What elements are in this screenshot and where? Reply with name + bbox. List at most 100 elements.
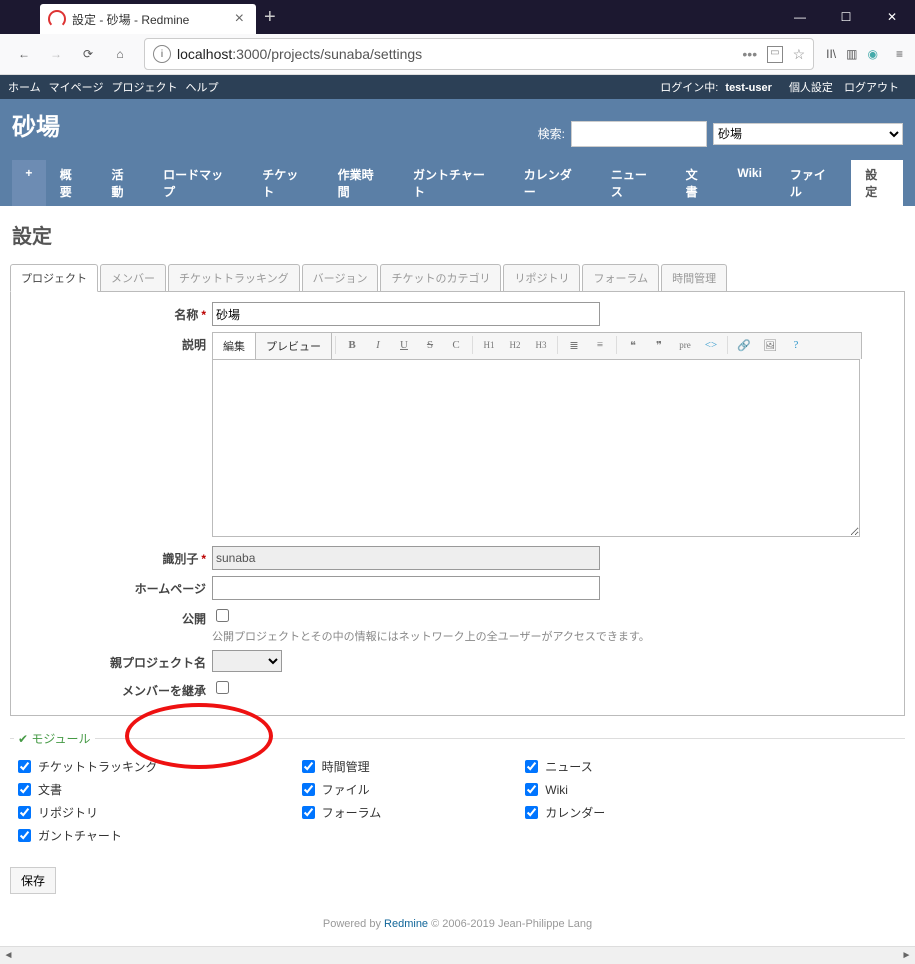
reload-button[interactable]: ⟳ [72,38,104,70]
menu-gantt[interactable]: ガントチャート [399,160,510,206]
image-button[interactable]: 🖼 [757,333,783,357]
footer-link[interactable]: Redmine [384,918,428,930]
module-item[interactable]: ガントチャート [14,826,158,845]
strike-button[interactable]: S [417,333,443,357]
unquote-button[interactable]: ❞ [646,333,672,357]
menu-wiki[interactable]: Wiki [723,160,776,206]
url-bar[interactable]: i localhost:3000/projects/sunaba/setting… [144,38,814,70]
bold-button[interactable]: B [339,333,365,357]
home-button[interactable]: ⌂ [104,38,136,70]
scroll-left-icon[interactable]: ◄ [0,947,17,964]
forward-button[interactable]: → [40,38,72,70]
account-icon[interactable]: ◉ [868,47,878,61]
quote-button[interactable]: ❝ [620,333,646,357]
tab-repos[interactable]: リポジトリ [503,264,580,291]
module-checkbox[interactable] [302,806,315,819]
module-checkbox[interactable] [525,806,538,819]
close-tab-icon[interactable]: × [231,10,248,28]
search-input[interactable] [571,121,707,147]
module-item[interactable]: Wiki [521,780,605,799]
tab-project[interactable]: プロジェクト [10,264,98,292]
nav-help[interactable]: ヘルプ [185,79,218,95]
module-item[interactable]: チケットトラッキング [14,757,158,776]
menu-roadmap[interactable]: ロードマップ [149,160,248,206]
nav-logout[interactable]: ログアウト [844,82,899,94]
menu-files[interactable]: ファイル [776,160,851,206]
module-checkbox[interactable] [18,806,31,819]
tab-tracking[interactable]: チケットトラッキング [168,264,300,291]
ol-button[interactable]: ≡ [587,333,613,357]
editor-tab-edit[interactable]: 編集 [213,333,256,359]
nav-home[interactable]: ホーム [8,79,41,95]
menu-new[interactable]: + [12,160,46,206]
module-item[interactable]: ニュース [521,757,605,776]
name-input[interactable] [212,302,600,326]
help-button[interactable]: ? [783,333,809,357]
nav-myaccount[interactable]: 個人設定 [789,82,833,94]
module-item[interactable]: リポジトリ [14,803,158,822]
tab-versions[interactable]: バージョン [302,264,379,291]
nav-projects[interactable]: プロジェクト [111,79,177,95]
menu-time[interactable]: 作業時間 [324,160,399,206]
sidebar-icon[interactable]: ▥ [846,47,857,61]
pre-button[interactable]: pre [672,333,698,357]
module-checkbox[interactable] [18,783,31,796]
h1-button[interactable]: H1 [476,333,502,357]
browser-tab[interactable]: 設定 - 砂場 - Redmine × [40,4,256,34]
module-checkbox[interactable] [525,760,538,773]
code-button[interactable]: C [443,333,469,357]
tab-forums[interactable]: フォーラム [582,264,659,291]
loggedin-user[interactable]: test-user [725,82,771,94]
module-checkbox[interactable] [18,829,31,842]
underline-button[interactable]: U [391,333,417,357]
maximize-button[interactable]: ☐ [823,0,869,34]
project-select[interactable]: 砂場 [713,123,903,145]
library-icon[interactable]: II\ [826,47,836,61]
menu-news[interactable]: ニュース [597,160,672,206]
module-item[interactable]: ファイル [298,780,382,799]
public-checkbox[interactable] [216,609,229,622]
tab-categories[interactable]: チケットのカテゴリ [380,264,501,291]
back-button[interactable]: ← [8,38,40,70]
new-tab-button[interactable]: + [256,6,284,29]
page-title: 設定 [12,220,905,249]
menu-calendar[interactable]: カレンダー [510,160,597,206]
inherit-checkbox[interactable] [216,681,229,694]
horizontal-scrollbar[interactable]: ◄ ► [0,946,915,964]
module-checkbox[interactable] [18,760,31,773]
more-icon[interactable]: ••• [742,46,757,63]
module-checkbox[interactable] [525,783,538,796]
nav-mypage[interactable]: マイページ [49,79,104,95]
minimize-button[interactable]: — [777,0,823,34]
homepage-input[interactable] [212,576,600,600]
module-checkbox[interactable] [302,760,315,773]
codelang-button[interactable]: <> [698,333,724,357]
italic-button[interactable]: I [365,333,391,357]
link-button[interactable]: 🔗 [731,333,757,357]
bookmark-icon[interactable]: ☆ [793,46,806,63]
module-item[interactable]: 時間管理 [298,757,382,776]
scroll-right-icon[interactable]: ► [898,947,915,964]
module-item[interactable]: カレンダー [521,803,605,822]
module-item[interactable]: フォーラム [298,803,382,822]
desc-textarea[interactable] [212,359,860,537]
reader-icon[interactable]: ▭ [767,46,782,63]
module-item[interactable]: 文書 [14,780,158,799]
tab-members[interactable]: メンバー [100,264,166,291]
parent-select[interactable] [212,650,282,672]
info-icon[interactable]: i [153,45,171,63]
close-window-button[interactable]: ✕ [869,0,915,34]
h3-button[interactable]: H3 [528,333,554,357]
menu-documents[interactable]: 文書 [672,160,724,206]
h2-button[interactable]: H2 [502,333,528,357]
menu-activity[interactable]: 活動 [97,160,149,206]
menu-icon[interactable]: ≡ [896,47,903,61]
menu-overview[interactable]: 概要 [46,160,98,206]
menu-settings[interactable]: 設定 [851,160,903,206]
ul-button[interactable]: ≣ [561,333,587,357]
menu-issues[interactable]: チケット [248,160,323,206]
tab-timemgmt[interactable]: 時間管理 [661,264,727,291]
module-checkbox[interactable] [302,783,315,796]
save-button[interactable]: 保存 [10,867,56,894]
editor-tab-preview[interactable]: プレビュー [256,333,332,359]
